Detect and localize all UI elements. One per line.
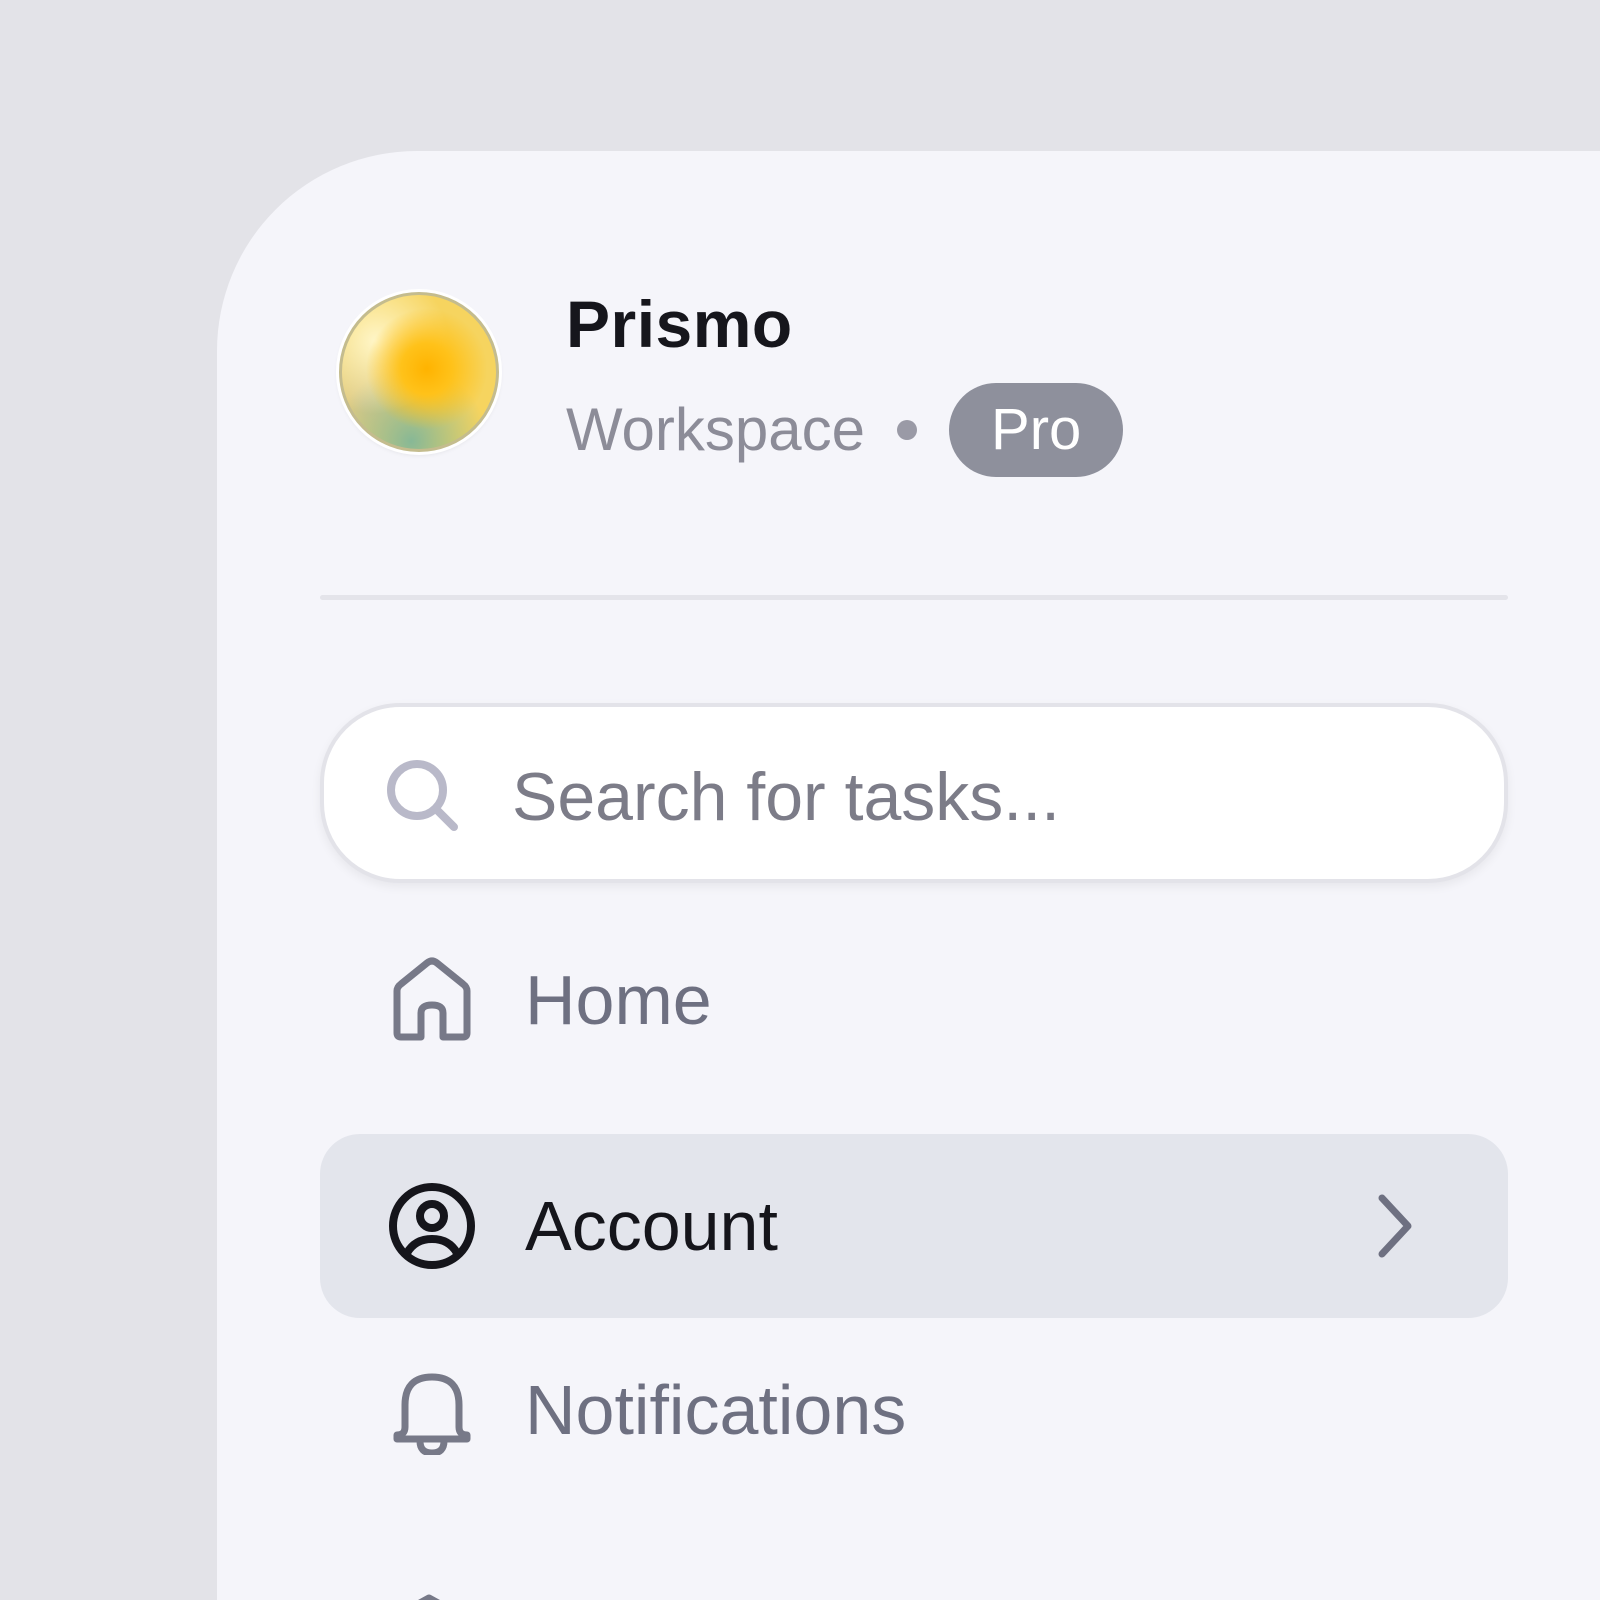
search-input[interactable] [512,747,1412,847]
sidebar-panel: Prismo Workspace Pro Home Account [217,151,1600,1600]
user-circle-icon [389,1183,475,1269]
sidebar-item-account[interactable]: Account [320,1134,1508,1318]
sidebar-item-label: Home [525,961,712,1039]
next-item-icon [418,1594,440,1600]
separator-dot [897,420,918,440]
sidebar-item-notifications[interactable]: Notifications [320,1318,1508,1502]
workspace-meta: Workspace Pro [566,383,1124,477]
search-box[interactable] [320,703,1508,883]
home-icon [393,957,471,1041]
workspace-name: Prismo [566,287,793,361]
workspace-avatar[interactable] [339,292,499,452]
workspace-subtitle: Workspace [566,396,866,463]
divider [320,595,1508,600]
search-icon [387,760,458,831]
bell-icon [393,1373,471,1455]
sidebar-item-label: Notifications [525,1371,907,1449]
plan-badge: Pro [949,383,1124,477]
sidebar-item-label: Account [525,1187,778,1265]
chevron-right-icon [1378,1194,1412,1258]
sidebar-item-home[interactable]: Home [320,908,1508,1092]
